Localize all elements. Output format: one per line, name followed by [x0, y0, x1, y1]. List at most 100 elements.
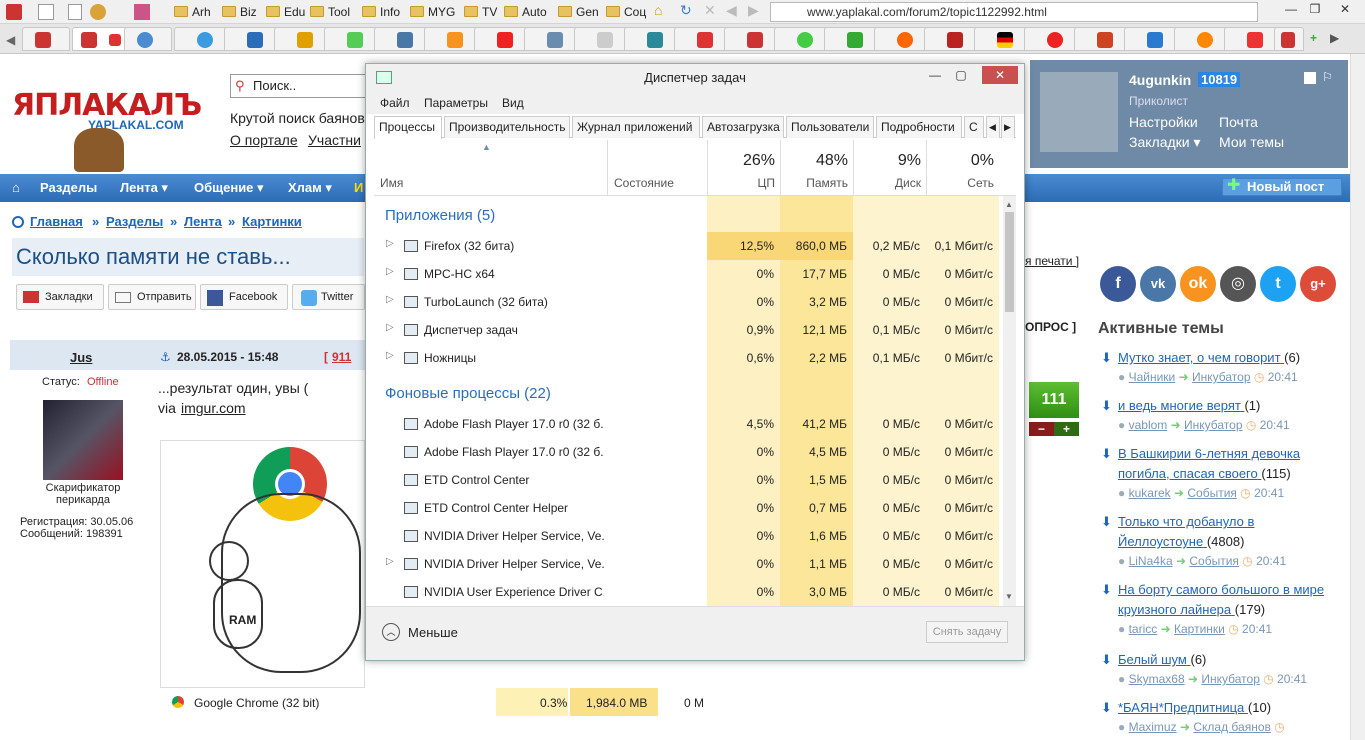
topic-user[interactable]: Чайники [1129, 370, 1176, 384]
bookmark-folder[interactable]: Biz [222, 4, 257, 20]
tab-details[interactable]: Подробности [876, 116, 962, 138]
stop-icon[interactable]: ✕ [704, 2, 716, 18]
page-icon[interactable] [38, 4, 54, 20]
topic-title[interactable]: На борту самого большого в мире круизног… [1118, 582, 1324, 617]
col-net[interactable]: Сеть [926, 176, 994, 190]
tm-minimize-icon[interactable]: — [922, 66, 948, 84]
post-author[interactable]: Jus [70, 350, 92, 365]
topic-link[interactable]: и ведь многие верят (1) [1118, 396, 1328, 416]
topic-section[interactable]: Склад баянов [1193, 720, 1271, 734]
new-post-button[interactable]: ✚ Новый пост [1222, 178, 1342, 196]
vk-icon[interactable]: vk [1140, 266, 1176, 302]
nav-junk[interactable]: Хлам ▾ [288, 180, 332, 196]
address-bar[interactable]: www.yaplakal.com/forum2/topic1122992.htm… [770, 2, 1258, 22]
process-row[interactable]: ▷ Ножницы 0,6% 2,2 МБ 0,1 МБ/с 0 Мбит/с [374, 344, 1000, 372]
tab-processes[interactable]: Процессы [374, 116, 442, 139]
search-input[interactable]: ⚲ Поиск.. [230, 74, 370, 98]
process-row[interactable]: ▷ TurboLaunch (32 бита) 0% 3,2 МБ 0 МБ/с 0 Мб… [374, 288, 1000, 316]
process-row[interactable]: ▷ Firefox (32 бита) 12,5% 860,0 МБ 0,2 МБ/с 0… [374, 232, 1000, 260]
topic-title[interactable]: и ведь многие верят [1118, 398, 1241, 413]
tab-services[interactable]: С [964, 116, 984, 138]
avatar[interactable] [1040, 72, 1118, 152]
facebook-button[interactable]: Facebook [200, 284, 288, 310]
topic-section[interactable]: Инкубатор [1192, 370, 1251, 384]
topic-title[interactable]: *БАЯН*Предпитница [1118, 700, 1244, 715]
browser-tab[interactable] [124, 27, 172, 51]
col-mem[interactable]: Память [780, 176, 848, 190]
topic-section[interactable]: Инкубатор [1201, 672, 1260, 686]
username[interactable]: 4ugunkin [1129, 72, 1191, 88]
topic-title[interactable]: Мутко знает, о чем говорит [1118, 350, 1281, 365]
process-row[interactable]: ETD Control Center Helper 0% 0,7 МБ 0 МБ/с 0… [374, 494, 1000, 522]
nav-feed[interactable]: Лента ▾ [120, 180, 168, 196]
topic-link[interactable]: На борту самого большого в мире круизног… [1118, 580, 1328, 620]
breadcrumb-sections[interactable]: Разделы [106, 214, 163, 229]
expand-icon[interactable]: ▷ [386, 294, 394, 305]
topic-user[interactable]: LiNa4ka [1129, 554, 1173, 568]
breadcrumb-feed[interactable]: Лента [184, 214, 222, 229]
nav-community[interactable]: Общение ▾ [194, 180, 264, 196]
end-task-button[interactable]: Снять задачу [926, 621, 1008, 643]
twitter-icon[interactable]: t [1260, 266, 1296, 302]
menu-file[interactable]: Файл [380, 96, 410, 110]
tabs-list-button[interactable] [1274, 27, 1304, 51]
tab-startup[interactable]: Автозагрузка [702, 116, 784, 138]
process-row[interactable]: ▷ Диспетчер задач 0,9% 12,1 МБ 0,1 МБ/с 0 Мби… [374, 316, 1000, 344]
members-link[interactable]: Участни [308, 132, 361, 148]
col-status[interactable]: Состояние [614, 176, 674, 190]
send-button[interactable]: Отправить [108, 284, 196, 310]
tabs-right-icon[interactable]: ▶ [1001, 116, 1015, 138]
maximize-icon[interactable]: ❐ [1300, 0, 1330, 20]
my-topics-link[interactable]: Мои темы [1219, 134, 1284, 150]
nav-sections[interactable]: Разделы [40, 180, 97, 195]
menu-view[interactable]: Вид [502, 96, 524, 110]
fewer-details-link[interactable]: Меньше [408, 625, 458, 640]
topic-user[interactable]: Maximuz [1129, 720, 1177, 734]
mail-link[interactable]: Почта [1219, 114, 1258, 130]
google-plus-icon[interactable]: g+ [1300, 266, 1336, 302]
nav-more[interactable]: И [354, 180, 363, 195]
settings-link[interactable]: Настройки [1129, 114, 1198, 130]
bookmark-folder[interactable]: Arh [174, 4, 211, 20]
instagram-icon[interactable]: ◎ [1220, 266, 1256, 302]
bookmark-folder[interactable]: Edu [266, 4, 305, 20]
topic-link[interactable]: Только что добануло в Йеллоустоуне (4808… [1118, 512, 1328, 552]
browser-tab[interactable] [22, 27, 70, 51]
source-link[interactable]: imgur.com [181, 400, 246, 416]
topic-user[interactable]: taricc [1129, 622, 1158, 636]
post-image[interactable]: RAM [160, 440, 365, 688]
topic-section[interactable]: События [1187, 486, 1237, 500]
bookmark-folder[interactable]: Tool [310, 4, 350, 20]
topic-link[interactable]: Белый шум (6) [1118, 650, 1328, 670]
tm-close-icon[interactable]: ✕ [982, 66, 1018, 84]
topic-user[interactable]: kukarek [1129, 486, 1171, 500]
tabs-back-icon[interactable]: ◀ [6, 32, 15, 48]
vote-up-button[interactable]: + [1054, 422, 1079, 436]
home-icon[interactable]: ⌂ [654, 2, 662, 18]
scroll-down-icon[interactable]: ▼ [1005, 592, 1013, 601]
expand-icon[interactable]: ▷ [386, 266, 394, 277]
odnoklassniki-icon[interactable]: ok [1180, 266, 1216, 302]
post-number[interactable]: 911 [332, 350, 351, 364]
vote-down-button[interactable]: − [1029, 422, 1054, 436]
home-icon[interactable]: ⌂ [12, 180, 20, 195]
topic-section[interactable]: Картинки [1174, 622, 1225, 636]
process-row[interactable]: ETD Control Center 0% 1,5 МБ 0 МБ/с 0 Мбит/с [374, 466, 1000, 494]
forward-icon[interactable]: ▶ [748, 2, 759, 18]
tab-users[interactable]: Пользователи [786, 116, 874, 138]
bookmarks-link[interactable]: Закладки ▾ [1129, 134, 1201, 151]
plus-icon[interactable] [1304, 72, 1316, 84]
tabs-forward-icon[interactable]: ▶ [1330, 30, 1339, 46]
bookmark-folder[interactable]: Info [362, 4, 400, 20]
run-icon[interactable]: ⚐ [1322, 70, 1333, 84]
breadcrumb-pictures[interactable]: Картинки [242, 214, 302, 229]
new-tab-icon[interactable]: + [1310, 30, 1317, 46]
tab-performance[interactable]: Производительность [444, 116, 570, 138]
bookmark-folder[interactable]: Соц [606, 4, 646, 20]
bookmark-folder[interactable]: TV [464, 4, 497, 20]
breadcrumb-home[interactable]: Главная [30, 214, 83, 229]
topic-title[interactable]: Белый шум [1118, 652, 1187, 667]
tools-icon[interactable] [134, 4, 150, 20]
about-link[interactable]: О портале [230, 132, 298, 148]
twitter-button[interactable]: Twitter [292, 284, 365, 310]
